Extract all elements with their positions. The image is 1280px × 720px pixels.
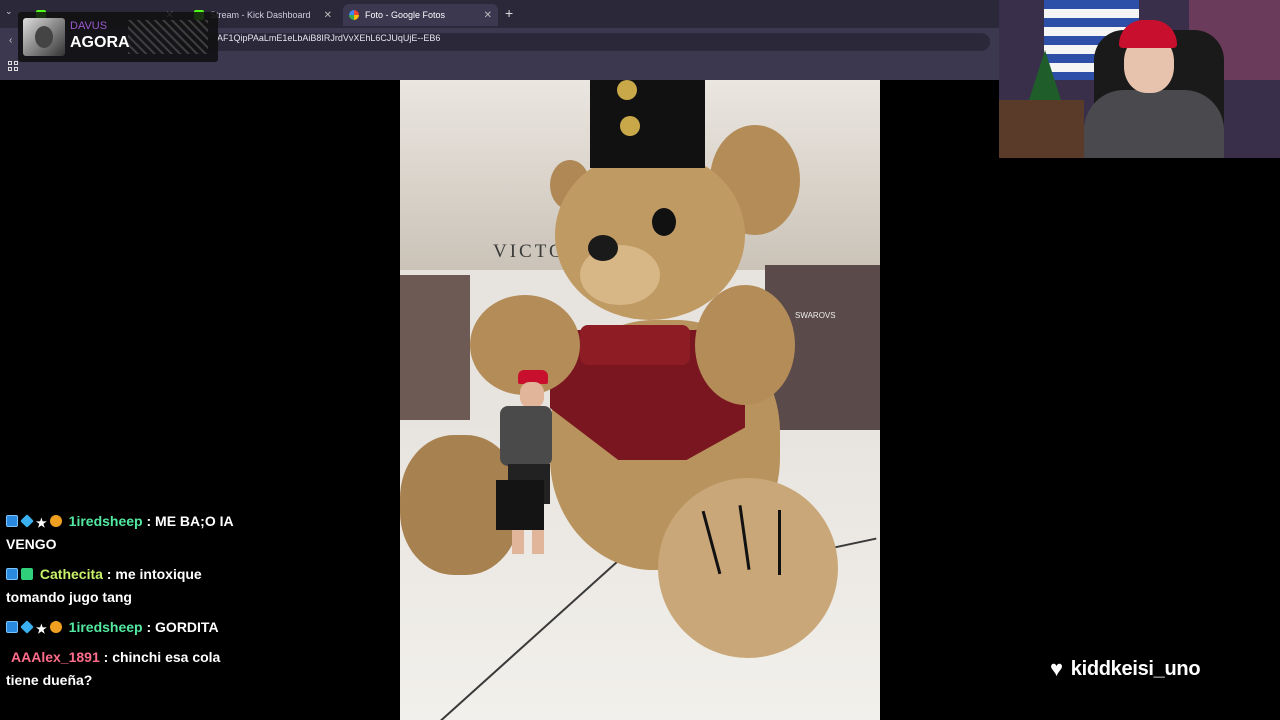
close-tab-icon[interactable]: ✕ (324, 10, 332, 21)
chat-overlay: ★ 1iredsheep : ME BA;O IA VENGO Cathecit… (6, 510, 236, 699)
badge-username: DAVUS (70, 20, 108, 32)
close-tab-icon[interactable]: ✕ (484, 10, 492, 21)
streamer-body (1084, 90, 1224, 158)
bear-right-arm (695, 285, 795, 405)
store-sign-right: SWAROVS (795, 311, 836, 320)
tab-label: Foto - Google Fotos (365, 10, 446, 20)
badge-decoration (128, 20, 208, 54)
heart-icon: ♥ (1050, 656, 1063, 681)
coin-icon (49, 515, 62, 527)
chat-message: Cathecita : me intoxique tomando jugo ta… (6, 563, 236, 609)
subscriber-icon (21, 568, 33, 580)
chat-separator: : (142, 513, 156, 529)
webcam-feed (999, 0, 1280, 158)
follow-alert: ♥ kiddkeisi_uno (1050, 656, 1201, 682)
star-icon: ★ (36, 622, 47, 636)
badge-icon (6, 515, 18, 527)
back-icon[interactable]: ‹ (9, 35, 12, 46)
cube-icon (20, 620, 34, 634)
badge-title: AGORA (70, 34, 130, 51)
bear-eye (652, 208, 676, 236)
hat-button (620, 116, 640, 136)
coin-icon (49, 621, 62, 633)
stream-overlay-badge: DAVUS AGORA (18, 12, 218, 62)
chat-username: AAAlex_1891 (11, 649, 100, 665)
hat-button (617, 80, 637, 100)
chat-message: AAAlex_1891 : chinchi esa cola tiene due… (6, 646, 236, 692)
chat-username: 1iredsheep (68, 513, 143, 529)
chat-message: ★ 1iredsheep : ME BA;O IA VENGO (6, 510, 236, 556)
follower-username: kiddkeisi_uno (1070, 657, 1201, 680)
bear-nose (588, 235, 618, 261)
christmas-tree (1029, 50, 1061, 100)
person-in-photo (496, 370, 556, 580)
url-text[interactable]: AF1QipPAaLmE1eLbAiB8IRJrdVvXEhL6CJUqUjE-… (217, 33, 440, 43)
streamer-cap (1119, 20, 1177, 48)
tab-label: Stream - Kick Dashboard (210, 10, 311, 20)
cam-desk (999, 100, 1084, 158)
bear-bow (580, 325, 690, 365)
new-tab-button[interactable]: + (505, 5, 513, 21)
avatar (23, 18, 65, 56)
apps-grid-icon[interactable] (8, 61, 18, 71)
chat-separator: : (99, 649, 113, 665)
badge-icon (6, 621, 18, 633)
chat-separator: : (102, 566, 116, 582)
chat-separator: : (142, 619, 156, 635)
chat-message: ★ 1iredsheep : GORDITA (6, 616, 236, 639)
tab-google-fotos[interactable]: Foto - Google Fotos ✕ (343, 4, 498, 26)
tab-search-icon[interactable]: ⌄ (5, 6, 13, 17)
bear-hat (590, 80, 705, 168)
chat-username: Cathecita (39, 566, 103, 582)
chat-username: 1iredsheep (68, 619, 143, 635)
badge-icon (6, 568, 18, 580)
google-photos-icon (349, 10, 359, 20)
bear-claw (778, 510, 781, 575)
star-icon: ★ (36, 516, 47, 530)
cube-icon (20, 514, 34, 528)
store-window-left (400, 275, 470, 420)
chat-text: GORDITA (155, 619, 219, 635)
main-photo: VICTO SWAROVS (400, 80, 880, 720)
